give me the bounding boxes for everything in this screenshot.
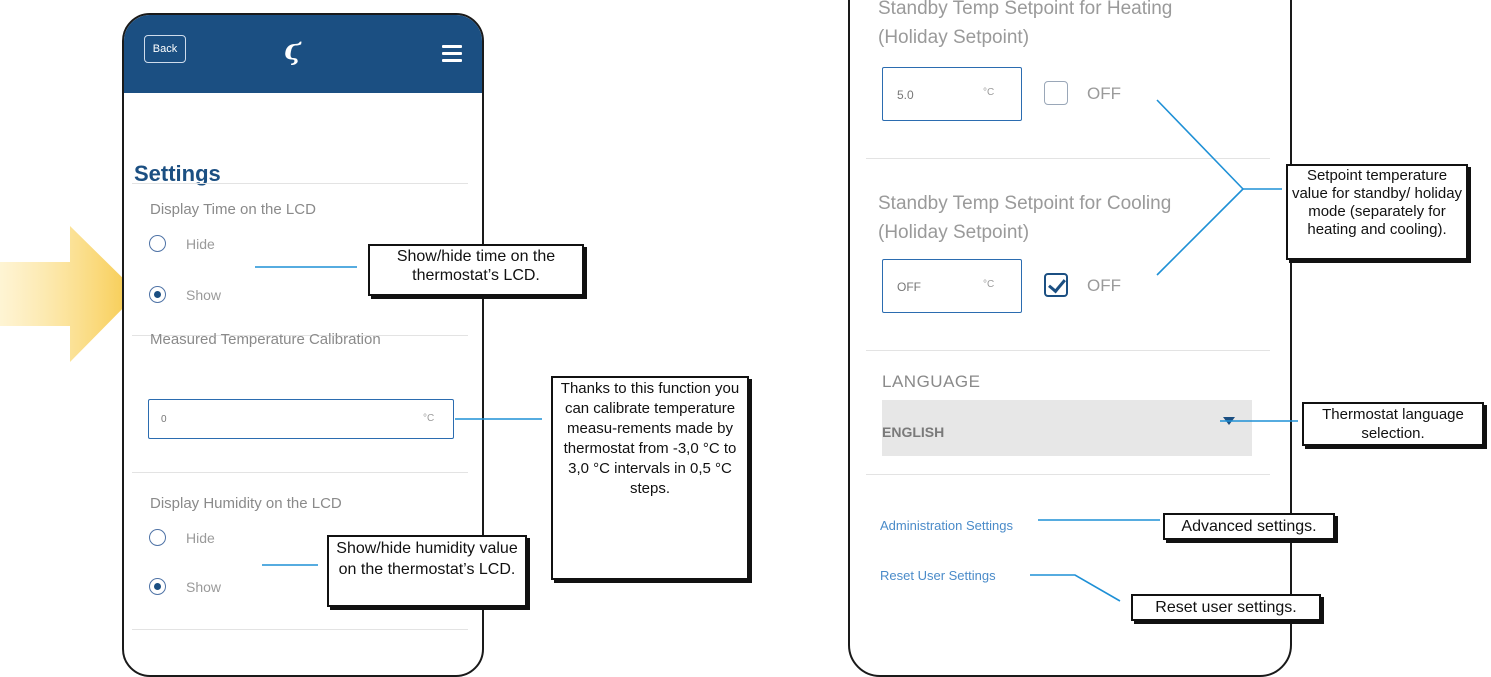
callout-reset: Reset user settings. <box>1131 594 1321 621</box>
callout-time: Show/hide time on the thermostat’s LCD. <box>368 244 584 296</box>
callout-language: Thermostat language selection. <box>1302 402 1484 446</box>
callout-humidity: Show/hide humidity value on the thermost… <box>327 535 527 607</box>
callout-setpoint: Setpoint temperature value for standby/ … <box>1286 164 1468 260</box>
callout-advanced: Advanced settings. <box>1163 513 1335 540</box>
callout-calibration: Thanks to this function you can calibrat… <box>551 376 749 580</box>
